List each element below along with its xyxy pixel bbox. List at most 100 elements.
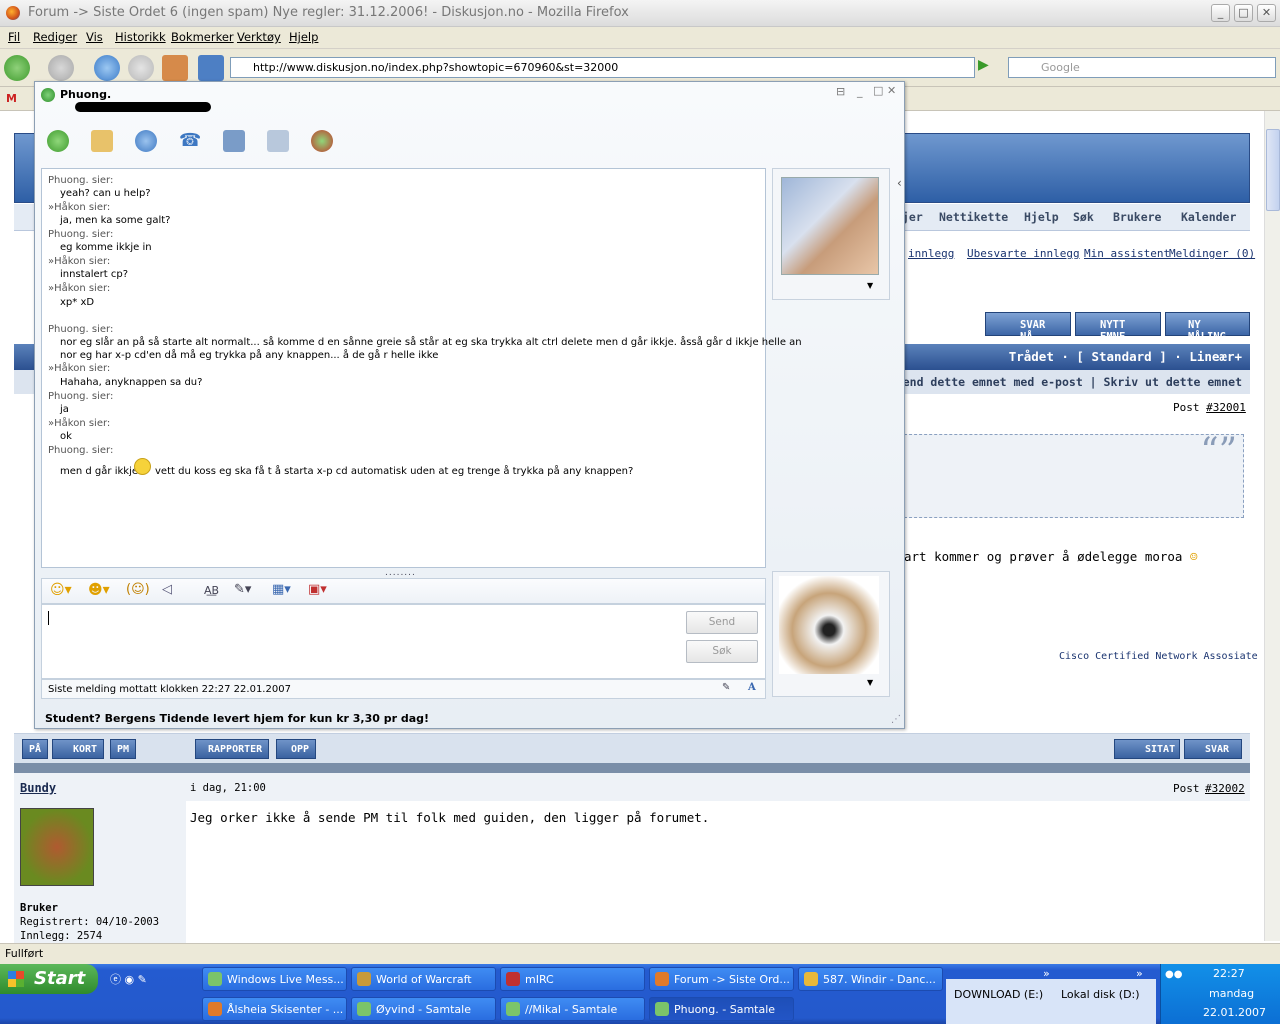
task-messenger[interactable]: Windows Live Mess... (202, 967, 347, 991)
text-mode-icon[interactable]: A (748, 682, 756, 693)
url-bar[interactable]: http://www.diskusjon.no/index.php?showto… (230, 57, 975, 78)
stop-icon[interactable] (128, 55, 154, 81)
nudge-icon[interactable]: (☺) (126, 582, 150, 597)
close-button[interactable]: ✕ (1257, 4, 1276, 22)
task-winamp[interactable]: 587. Windir - Danc... (798, 967, 943, 991)
online-button[interactable]: PÅ (22, 739, 49, 759)
menu-verktoy[interactable]: Verktøy (237, 30, 281, 44)
minimize-button[interactable]: _ (1211, 4, 1230, 22)
tray-icons[interactable]: ●● (1165, 969, 1195, 983)
chat-close-icon[interactable]: ✕ (887, 84, 896, 97)
reply-button[interactable]: SVAR (1184, 739, 1242, 759)
link-assistent[interactable]: Min assistent (1084, 247, 1170, 260)
home-icon[interactable] (162, 55, 188, 81)
kort-button[interactable]: KORT (52, 739, 105, 759)
task-firefox[interactable]: Forum -> Siste Ord... (649, 967, 794, 991)
drive-e[interactable]: DOWNLOAD (E:) (954, 988, 1043, 1001)
signature: Cisco Certified Network Assosiate (1059, 651, 1258, 662)
invite-contact-icon[interactable] (47, 130, 69, 152)
activities-icon[interactable] (267, 130, 289, 152)
link-innlegg[interactable]: innlegg (908, 247, 954, 260)
call-icon[interactable]: ☎ (179, 130, 201, 152)
reload-icon[interactable] (94, 55, 120, 81)
pm-button[interactable]: PM (110, 739, 137, 759)
collapse-panel-icon[interactable]: ‹ (897, 176, 902, 190)
new-topic-button[interactable]: NYTT EMNE (1075, 312, 1161, 343)
clock-time[interactable]: 22:27 (1213, 967, 1245, 980)
nav-link[interactable]: jer (902, 210, 923, 224)
gift-icon[interactable]: ▣▾ (308, 582, 327, 597)
task-mikal[interactable]: //Mikal - Samtale (500, 997, 645, 1021)
send-button[interactable]: Send (686, 611, 758, 634)
redacted-mark (75, 102, 211, 112)
thread-email-print[interactable]: end dette emnet med e-post | Skriv ut de… (903, 375, 1242, 389)
back-icon[interactable] (4, 55, 30, 81)
nav-brukere[interactable]: Brukere (1113, 210, 1161, 224)
ad-banner[interactable]: Student? Bergens Tidende levert hjem for… (45, 712, 429, 725)
task-alsheia[interactable]: Ålsheia Skisenter - ... (202, 997, 347, 1021)
bookmark-icon[interactable] (198, 55, 224, 81)
start-button[interactable]: Start (0, 964, 98, 994)
post1-number-link[interactable]: #32001 (1206, 401, 1246, 414)
nav-hjelp[interactable]: Hjelp (1024, 210, 1059, 224)
nav-kalender[interactable]: Kalender (1181, 210, 1236, 224)
quote-button[interactable]: SITAT (1114, 739, 1180, 759)
block-icon[interactable] (311, 130, 333, 152)
taskbar: Start ⓔ ◉ ✎ Windows Live Mess... World o… (0, 964, 1280, 1024)
post-author[interactable]: Bundy (20, 781, 56, 795)
emoticon-icon[interactable]: ☺▾ (50, 582, 72, 598)
status-text: Fullført (5, 947, 44, 960)
menu-historikk[interactable]: Historikk (115, 30, 166, 44)
report-button[interactable]: RAPPORTER (195, 739, 270, 759)
up-button[interactable]: OPP (276, 739, 317, 759)
task-phuong[interactable]: Phuong. - Samtale (649, 997, 794, 1021)
menu-fil[interactable]: Fil (8, 30, 20, 44)
link-ubesvarte[interactable]: Ubesvarte innlegg (967, 247, 1080, 260)
own-dp-dropdown-icon[interactable]: ▼ (867, 678, 873, 687)
background-icon[interactable]: ✎▾ (234, 582, 251, 597)
webcam-icon[interactable] (135, 130, 157, 152)
task-wow[interactable]: World of Warcraft (351, 967, 496, 991)
quicklaunch-icon[interactable]: ⓔ ◉ ✎ (110, 971, 147, 987)
dp-dropdown-icon[interactable]: ▼ (867, 281, 873, 290)
menu-vis[interactable]: Vis (86, 30, 103, 44)
font-icon[interactable]: A͟B (204, 584, 219, 597)
page-scrollbar[interactable] (1264, 111, 1280, 941)
drive-d[interactable]: Lokal disk (D:) (1061, 988, 1140, 1001)
task-mirc[interactable]: mIRC (500, 967, 645, 991)
gmail-icon[interactable]: M (6, 92, 17, 105)
chat-minimize-icon[interactable]: _ (857, 85, 863, 98)
post2-number[interactable]: #32002 (1205, 782, 1245, 795)
post-header (186, 773, 1250, 801)
maximize-button[interactable]: □ (1234, 4, 1253, 22)
wink-icon[interactable]: ☻▾ (88, 582, 110, 598)
go-icon[interactable]: ▶ (978, 57, 998, 78)
search-bar[interactable]: Google (1008, 57, 1276, 78)
forward-icon[interactable] (48, 55, 74, 81)
reply-now-button[interactable]: SVAR NÅ (985, 312, 1071, 343)
nav-sok[interactable]: Søk (1073, 210, 1094, 224)
menu-bokmerker[interactable]: Bokmerker (171, 30, 234, 44)
menubar: Fil Rediger Vis Historikk Bokmerker Verk… (0, 27, 1280, 49)
menu-icon[interactable]: ⊟ (836, 85, 845, 98)
resize-corner-icon[interactable]: ⋰ (891, 714, 901, 725)
menu-hjelp[interactable]: Hjelp (289, 30, 318, 44)
link-meldinger[interactable]: Meldinger (0) (1169, 247, 1255, 260)
scroll-thumb[interactable] (1266, 129, 1280, 211)
resize-grip-icon[interactable]: ........ (385, 568, 416, 578)
send-files-icon[interactable] (91, 130, 113, 152)
handwriting-icon[interactable]: ✎ (722, 682, 730, 693)
thread-view-options[interactable]: Trådet · [ Standard ] · Lineær+ (1009, 349, 1242, 364)
task-oyvind[interactable]: Øyvind - Samtale (351, 997, 496, 1021)
message-input[interactable]: Send Søk (41, 604, 766, 679)
nav-nettikette[interactable]: Nettikette (939, 210, 1008, 224)
dog-photo (779, 576, 879, 674)
chat-maximize-icon[interactable]: □ (873, 84, 883, 97)
search-button[interactable]: Søk (686, 640, 758, 663)
voice-clip-icon[interactable]: ◁ (162, 582, 172, 597)
ink-icon[interactable]: ▦▾ (272, 582, 291, 597)
new-poll-button[interactable]: NY MÅLING (1165, 312, 1250, 343)
contact-name: Phuong. (60, 88, 112, 101)
menu-rediger[interactable]: Rediger (33, 30, 77, 44)
video-icon[interactable] (223, 130, 245, 152)
